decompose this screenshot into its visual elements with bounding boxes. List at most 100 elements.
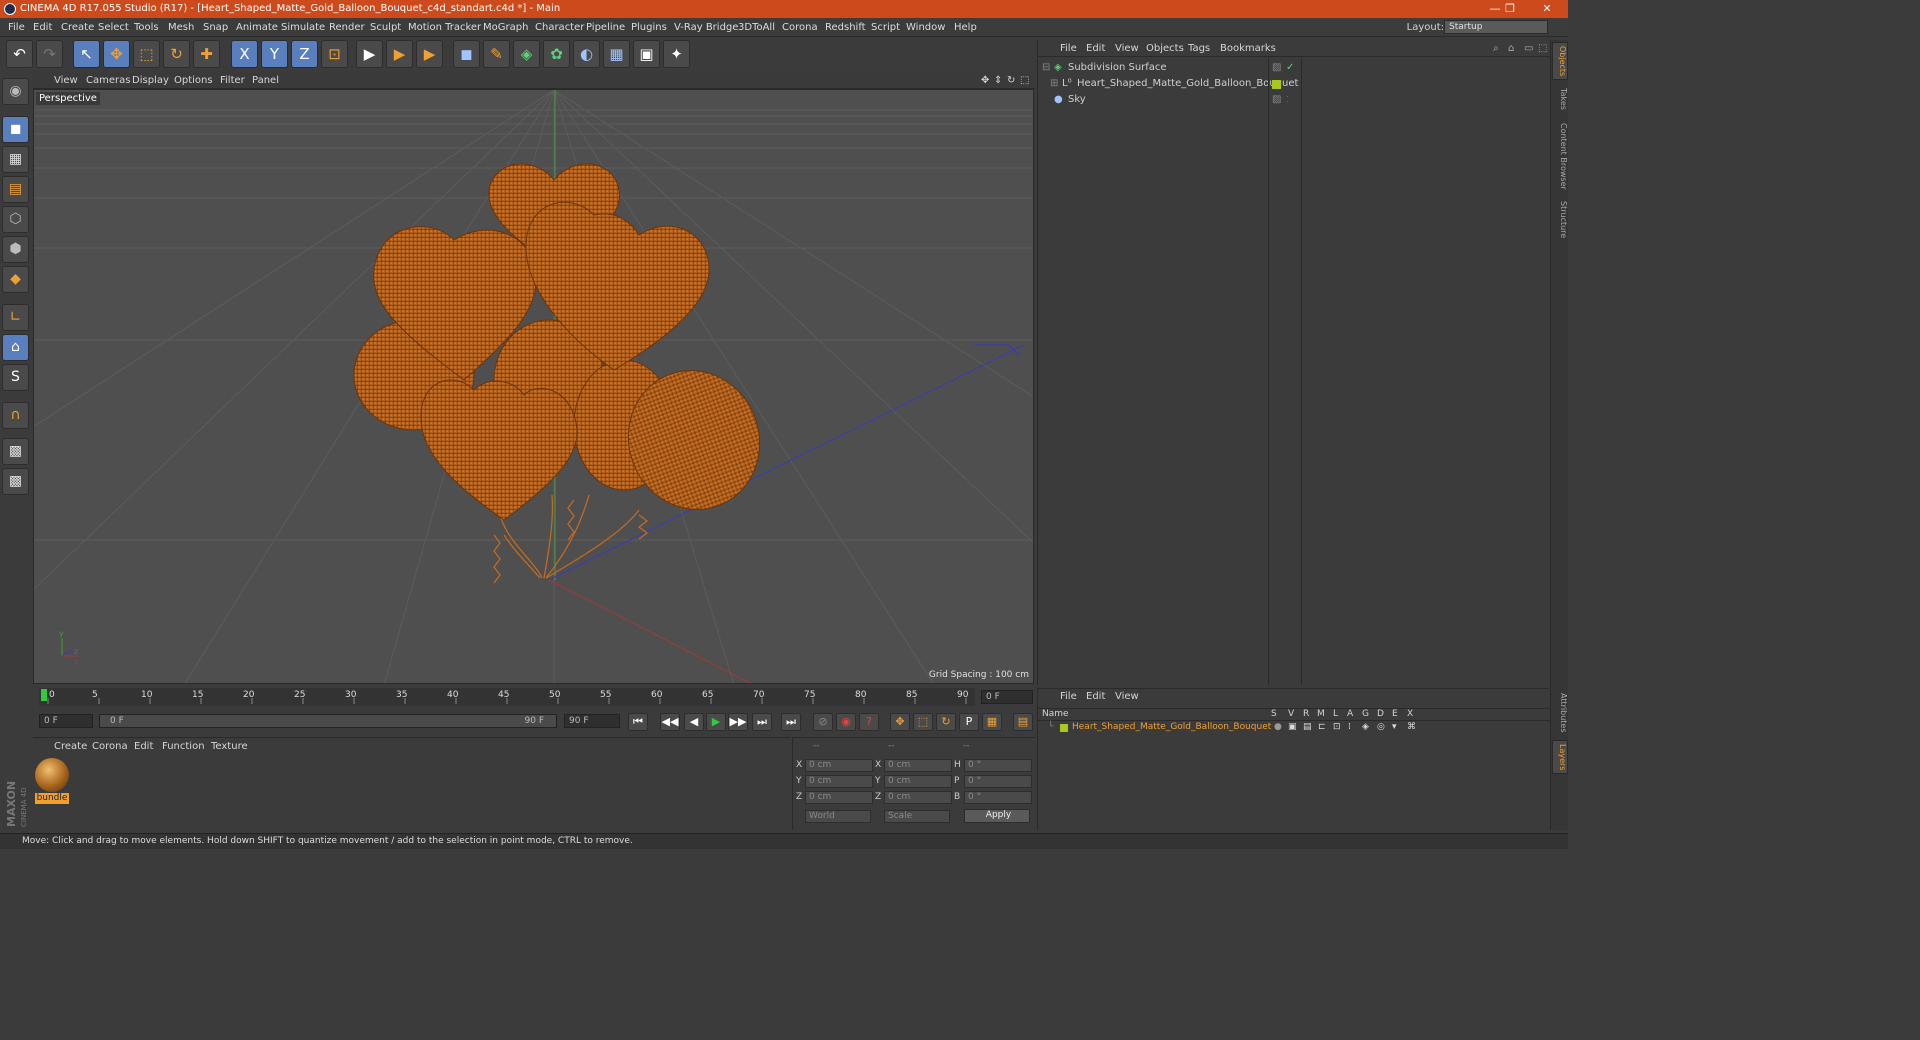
- viewport-menu-view[interactable]: View: [54, 72, 78, 89]
- objects-menu-file[interactable]: File: [1060, 40, 1077, 57]
- menu-edit[interactable]: Edit: [33, 18, 52, 37]
- menu-redshift[interactable]: Redshift: [825, 18, 866, 37]
- solo-mode-icon[interactable]: S: [2, 364, 29, 391]
- rotate-tool-button[interactable]: ↻: [163, 40, 190, 68]
- menu-mograph[interactable]: MoGraph: [483, 18, 528, 37]
- polygons-mode-icon[interactable]: ◆: [2, 266, 29, 293]
- object-row[interactable]: ⊞ L⁰ Heart_Shaped_Matte_Gold_Balloon_Bou…: [1038, 76, 1550, 92]
- position-x-field[interactable]: 0 cm: [805, 759, 873, 772]
- rotation-h-field[interactable]: 0 °: [964, 759, 1032, 772]
- coordinate-mode-select[interactable]: World: [805, 810, 871, 823]
- keyframe-mode-icon[interactable]: ⊘: [813, 713, 833, 731]
- record-keyframe-icon[interactable]: ◉: [836, 713, 856, 731]
- points-mode-icon[interactable]: ⬡: [2, 206, 29, 233]
- layer-tag-icon[interactable]: ▨: [1272, 60, 1281, 76]
- material-menu-corona[interactable]: Corona: [92, 740, 128, 754]
- material-name-label[interactable]: bundle: [35, 793, 69, 804]
- viewport-menu-options[interactable]: Options: [174, 72, 213, 89]
- previous-key-button[interactable]: ◀◀: [660, 713, 680, 731]
- visibility-dots-icon[interactable]: ⁚: [1286, 92, 1289, 108]
- menu-plugins[interactable]: Plugins: [631, 18, 667, 37]
- objects-menu-tags[interactable]: Tags: [1188, 40, 1210, 57]
- perspective-viewport[interactable]: y x z Perspective Grid Spacing : 100 cm: [33, 89, 1034, 684]
- size-y-field[interactable]: 0 cm: [884, 775, 952, 788]
- layer-solo-icon[interactable]: ●: [1274, 722, 1282, 732]
- object-row[interactable]: ● Sky ▨ ⁚: [1038, 92, 1550, 108]
- layer-generator-icon[interactable]: ◈: [1362, 722, 1369, 732]
- menu-script[interactable]: Script: [871, 18, 900, 37]
- next-key-button[interactable]: ⏭: [752, 713, 772, 731]
- go-to-start-button[interactable]: ⏮: [628, 713, 648, 731]
- material-swatch-bundle[interactable]: [35, 758, 69, 792]
- visibility-dots-icon[interactable]: ⁚: [1286, 76, 1289, 92]
- material-menu-function[interactable]: Function: [162, 740, 205, 754]
- pen-spline-button[interactable]: ✎: [483, 40, 510, 68]
- menu-character[interactable]: Character: [535, 18, 584, 37]
- layer-tag-icon[interactable]: ▨: [1272, 92, 1281, 108]
- snap-settings-icon[interactable]: ▩: [2, 468, 29, 495]
- model-mode-icon[interactable]: ◼: [2, 116, 29, 143]
- menu-animate[interactable]: Animate: [236, 18, 278, 37]
- tab-takes[interactable]: Takes: [1552, 84, 1568, 114]
- objects-menu-bookmarks[interactable]: Bookmarks: [1220, 40, 1276, 57]
- make-editable-icon[interactable]: ◉: [2, 78, 29, 105]
- tweak-mode-icon[interactable]: ⌂: [2, 334, 29, 361]
- menu-3dtoall[interactable]: 3DToAll: [738, 18, 775, 37]
- menu-help[interactable]: Help: [954, 18, 977, 37]
- key-pla-icon[interactable]: ▦: [982, 713, 1002, 731]
- tab-attributes[interactable]: Attributes: [1552, 688, 1568, 738]
- x-axis-lock-button[interactable]: X: [231, 40, 258, 68]
- menu-tools[interactable]: Tools: [134, 18, 159, 37]
- key-position-icon[interactable]: ✥: [890, 713, 910, 731]
- layer-manager-icon[interactable]: ⊏: [1318, 722, 1326, 732]
- restore-button[interactable]: ❐: [1495, 0, 1525, 18]
- viewport-menu-panel[interactable]: Panel: [252, 72, 279, 89]
- magnet-icon[interactable]: ∩: [2, 402, 29, 429]
- layer-name[interactable]: Heart_Shaped_Matte_Gold_Balloon_Bouquet: [1072, 722, 1271, 732]
- viewport-zoom-icon[interactable]: ⇕: [994, 72, 1002, 89]
- layer-xref-icon[interactable]: ⌘: [1407, 722, 1416, 732]
- z-axis-lock-button[interactable]: Z: [291, 40, 318, 68]
- expand-icon[interactable]: ⊞: [1050, 76, 1058, 92]
- menu-simulate[interactable]: Simulate: [281, 18, 325, 37]
- viewport-menu-display[interactable]: Display: [132, 72, 169, 89]
- objects-menu-objects[interactable]: Objects: [1146, 40, 1184, 57]
- object-row[interactable]: ⊟ ◈ Subdivision Surface ▨ ✓: [1038, 60, 1550, 76]
- snap-grid-icon[interactable]: ▩: [2, 438, 29, 465]
- layer-color-swatch[interactable]: [1060, 724, 1068, 732]
- tab-layers[interactable]: Layers: [1552, 740, 1568, 774]
- tab-objects[interactable]: Objects: [1552, 42, 1568, 80]
- objects-menu-edit[interactable]: Edit: [1086, 40, 1105, 57]
- subdivision-surface-button[interactable]: ◈: [513, 40, 540, 68]
- move-tool-button[interactable]: ✥: [103, 40, 130, 68]
- camera-button[interactable]: ▣: [633, 40, 660, 68]
- menu-motion-tracker[interactable]: Motion Tracker: [408, 18, 481, 37]
- key-scale-icon[interactable]: ⬚: [913, 713, 933, 731]
- viewport-menu-cameras[interactable]: Cameras: [86, 72, 130, 89]
- rotation-b-field[interactable]: 0 °: [964, 791, 1032, 804]
- position-z-field[interactable]: 0 cm: [805, 791, 873, 804]
- key-rotation-icon[interactable]: ↻: [936, 713, 956, 731]
- menu-pipeline[interactable]: Pipeline: [586, 18, 625, 37]
- live-selection-button[interactable]: ✚: [193, 40, 220, 68]
- material-menu-edit[interactable]: Edit: [134, 740, 153, 754]
- maximize-icon[interactable]: ⬚: [1538, 40, 1547, 57]
- menu-vray-bridge[interactable]: V-Ray Bridge: [674, 18, 738, 37]
- layer-view-icon[interactable]: ▣: [1288, 722, 1297, 732]
- preview-range-slider[interactable]: 0 F 90 F: [99, 714, 557, 728]
- previous-frame-button[interactable]: ◀: [684, 713, 704, 731]
- coordinate-system-button[interactable]: ⊡: [321, 40, 348, 68]
- size-mode-select[interactable]: Scale: [884, 810, 950, 823]
- menu-file[interactable]: File: [8, 18, 25, 37]
- menu-render[interactable]: Render: [329, 18, 365, 37]
- layer-row[interactable]: └ Heart_Shaped_Matte_Gold_Balloon_Bouque…: [1038, 722, 1550, 735]
- timeline-window-icon[interactable]: ▤: [1013, 713, 1033, 731]
- play-button[interactable]: ▶: [706, 713, 726, 731]
- end-frame-field[interactable]: 90 F: [564, 714, 620, 728]
- layer-menu-view[interactable]: View: [1115, 691, 1139, 702]
- menu-sculpt[interactable]: Sculpt: [370, 18, 401, 37]
- current-frame-field[interactable]: 0 F: [981, 690, 1033, 704]
- scale-tool-button[interactable]: ⬚: [133, 40, 160, 68]
- timeline-ruler[interactable]: 0 5 10 15 20 25 30 35 40 45 50 55 60 65 …: [33, 686, 1035, 708]
- tab-content-browser[interactable]: Content Browser: [1552, 120, 1568, 192]
